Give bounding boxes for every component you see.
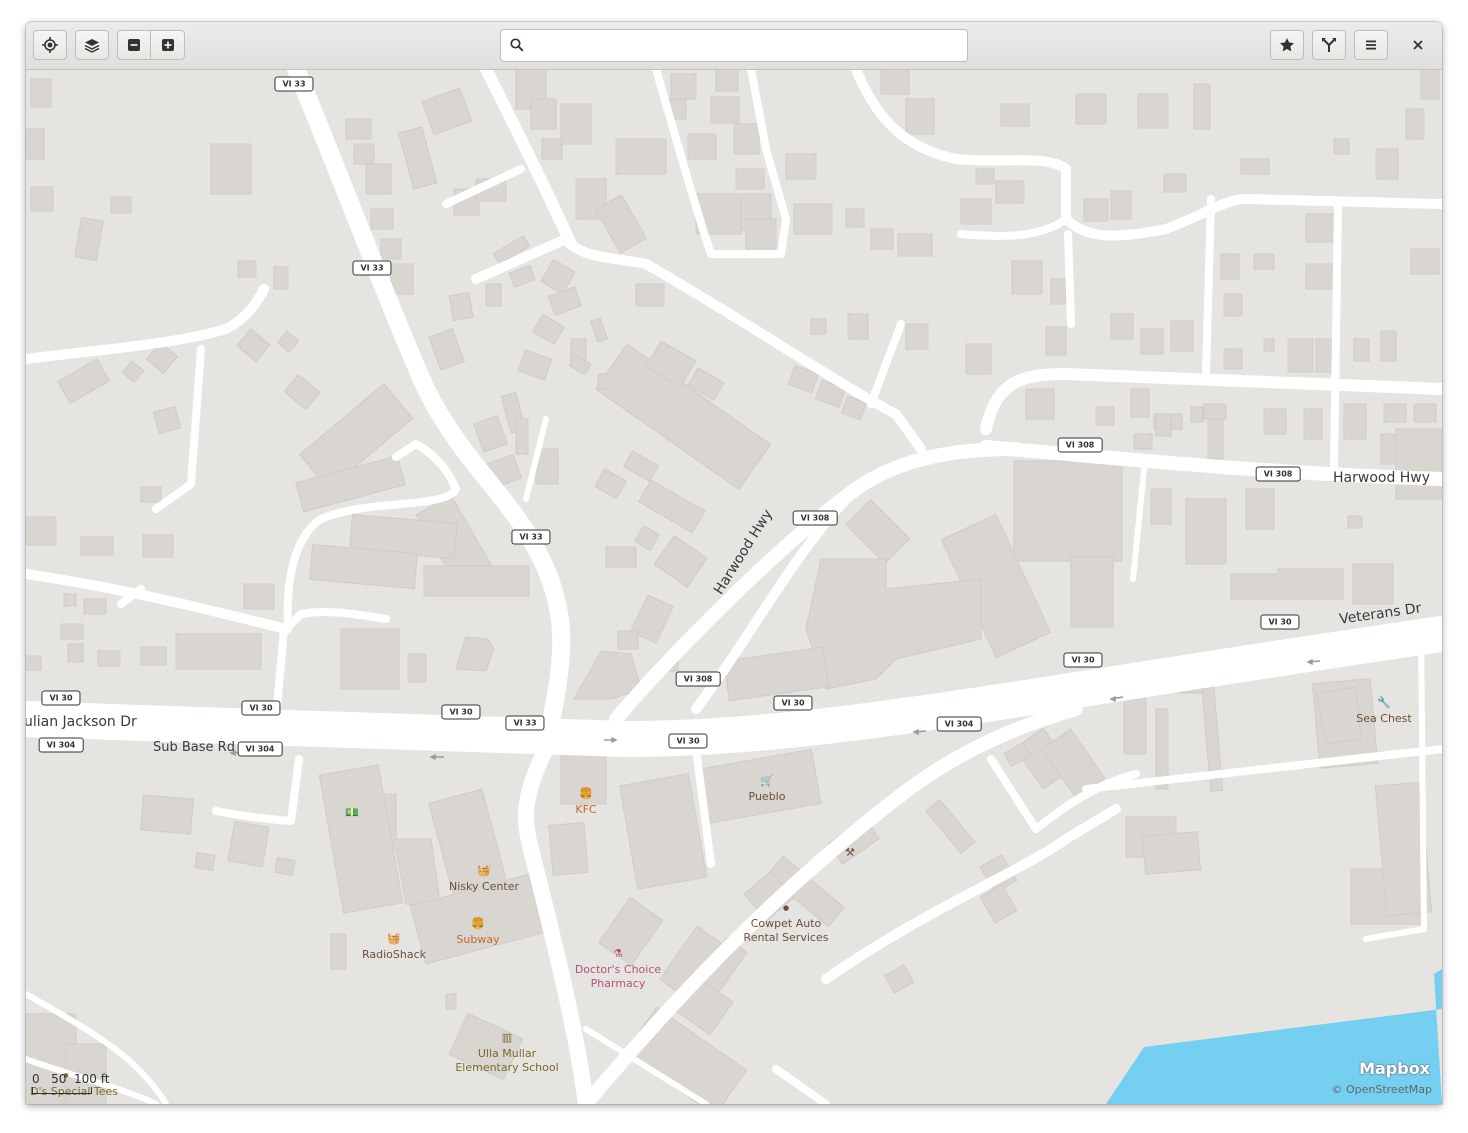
shield-vi30: VI 30 <box>241 700 281 716</box>
shopping-basket-icon: 🧺 <box>477 864 491 877</box>
poi-label: Pharmacy <box>590 977 646 990</box>
burger-icon: 🍔 <box>579 787 593 800</box>
poi-label: Elementary School <box>455 1061 559 1074</box>
poi-label: Nisky Center <box>448 880 520 893</box>
shield-vi308: VI 308 <box>1057 437 1103 453</box>
hardware-icon: ⚒ <box>845 846 855 859</box>
shield-vi30: VI 30 <box>41 690 81 706</box>
road-name-julian-jackson: ulian Jackson Dr <box>26 714 137 730</box>
maps-window: VI 33 VI 33 VI 33 VI 33 VI 308 VI 308 VI… <box>26 22 1442 1104</box>
burger-icon: 🍔 <box>471 917 485 930</box>
shield-vi33: VI 33 <box>511 529 551 545</box>
shield-vi308: VI 308 <box>1255 466 1301 482</box>
road-name-harwood-hwy: Harwood Hwy <box>1333 470 1431 486</box>
hamburger-icon <box>1366 40 1376 50</box>
menu-button[interactable] <box>1354 30 1388 60</box>
route-icon <box>1322 38 1336 52</box>
poi-radioshack[interactable]: 🧺 RadioShack <box>362 932 426 962</box>
shield-vi304: VI 304 <box>237 741 283 757</box>
shield-vi304: VI 304 <box>936 716 982 732</box>
scale-bar: 0 50 100 ft <box>32 1072 109 1094</box>
poi-doctors-choice-pharmacy[interactable]: ⚗ Doctor's Choice Pharmacy <box>575 947 661 991</box>
poi-sea-chest[interactable]: 🔧 Sea Chest <box>1356 696 1411 726</box>
search-field[interactable] <box>500 29 968 62</box>
shield-vi30: VI 30 <box>441 704 481 720</box>
header-bar <box>26 22 1442 70</box>
route-button[interactable] <box>1312 30 1346 60</box>
cart-icon: 🛒 <box>760 774 774 787</box>
shield-vi308: VI 308 <box>675 671 721 687</box>
school-icon: ▥ <box>501 1031 513 1044</box>
poi-label: Ulla Mullar <box>477 1047 537 1060</box>
search-input[interactable] <box>531 34 965 59</box>
poi-label: Doctor's Choice <box>574 963 662 976</box>
poi-kfc[interactable]: 🍔 KFC <box>575 787 596 817</box>
scale-labels: 0 50 100 ft <box>32 1072 110 1086</box>
poi-ulla-mullar-school[interactable]: ▥ Ulla Mullar Elementary School <box>455 1031 558 1075</box>
shield-vi33: VI 33 <box>505 715 545 731</box>
wrench-icon: 🔧 <box>1377 696 1391 709</box>
close-icon <box>1413 40 1423 50</box>
poi-cowpet-auto-rental[interactable]: ● Cowpet Auto Rental Services <box>744 901 829 945</box>
poi-label: Subway <box>456 933 500 946</box>
shield-vi33: VI 33 <box>274 76 314 92</box>
shopping-basket-icon: 🧺 <box>387 932 401 945</box>
money-icon: 💵 <box>345 806 359 819</box>
shield-vi30: VI 30 <box>773 695 813 711</box>
poi-label: Pueblo <box>748 790 786 803</box>
poi-label: Cowpet Auto <box>750 917 822 930</box>
shield-vi30: VI 30 <box>1260 614 1300 630</box>
shield-vi304: VI 304 <box>38 737 84 753</box>
search-icon <box>510 38 524 52</box>
map-canvas[interactable] <box>26 69 1442 1104</box>
road-name-sub-base: Sub Base Rd <box>153 740 235 755</box>
favorites-button[interactable] <box>1270 30 1304 60</box>
star-icon <box>1280 38 1294 52</box>
poi-hardware[interactable]: ⚒ <box>845 846 855 862</box>
layers-button[interactable] <box>75 30 109 60</box>
poi-nisky-center[interactable]: 🧺 Nisky Center <box>449 864 519 894</box>
poi-label: Sea Chest <box>1356 712 1412 725</box>
pharmacy-icon: ⚗ <box>613 947 623 960</box>
poi-bank[interactable]: 💵 <box>345 806 359 822</box>
map-view[interactable]: VI 33 VI 33 VI 33 VI 33 VI 308 VI 308 VI… <box>26 69 1442 1104</box>
minus-icon <box>128 39 140 51</box>
mapbox-logo[interactable]: Mapbox <box>1359 1059 1430 1078</box>
dot-icon: ● <box>782 904 790 912</box>
shield-vi33: VI 33 <box>352 260 392 276</box>
crosshair-icon <box>42 37 58 53</box>
shield-vi30: VI 30 <box>668 733 708 749</box>
poi-subway[interactable]: 🍔 Subway <box>456 917 499 947</box>
layers-icon <box>84 39 100 53</box>
poi-label: KFC <box>575 803 597 816</box>
locate-button[interactable] <box>33 30 67 60</box>
zoom-in-button[interactable] <box>151 30 185 60</box>
shield-vi308: VI 308 <box>792 510 838 526</box>
poi-label: Rental Services <box>743 931 829 944</box>
poi-label: RadioShack <box>361 948 427 961</box>
plus-icon <box>161 39 174 51</box>
close-button[interactable] <box>1401 30 1435 60</box>
scale-bar-line <box>32 1087 92 1094</box>
poi-pueblo[interactable]: 🛒 Pueblo <box>749 774 786 804</box>
zoom-out-button[interactable] <box>117 30 151 60</box>
shield-vi30: VI 30 <box>1063 652 1103 668</box>
attribution-link[interactable]: © OpenStreetMap <box>1331 1083 1432 1096</box>
